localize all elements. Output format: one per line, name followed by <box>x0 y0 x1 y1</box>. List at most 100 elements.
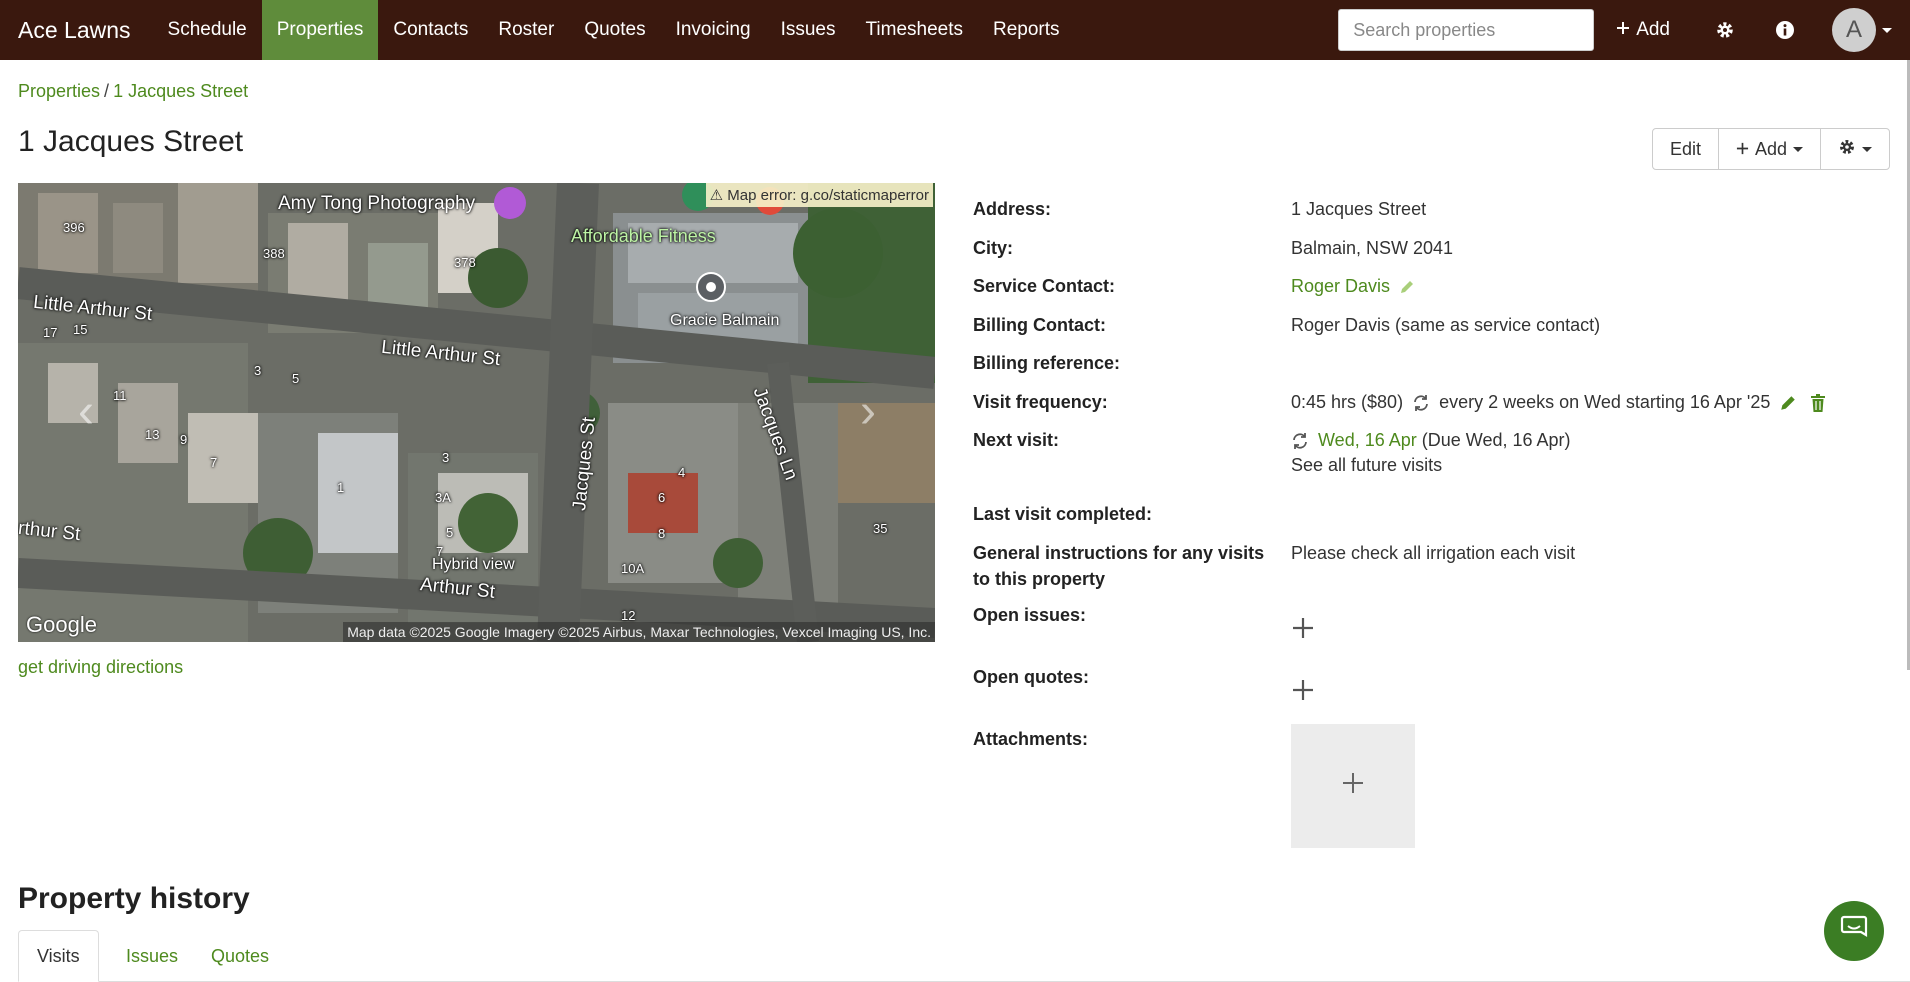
user-avatar[interactable]: A <box>1832 8 1876 52</box>
visit-frequency-label: Visit frequency: <box>973 392 1108 412</box>
service-contact-label: Service Contact: <box>973 276 1116 296</box>
instructions-label: General instructions for any visits to t… <box>973 540 1273 592</box>
nav-add-button[interactable]: Add <box>1616 19 1670 41</box>
map-house-number: 11 <box>113 388 127 403</box>
map-error-text: Map error: g.co/staticmaperror <box>727 187 929 204</box>
nav-quotes[interactable]: Quotes <box>569 0 660 60</box>
map-poi-label: Amy Tong Photography <box>278 193 476 214</box>
map-house-number: 35 <box>873 521 888 536</box>
gear-icon <box>1838 138 1856 161</box>
plus-icon <box>1616 19 1630 41</box>
map-house-number: 13 <box>145 427 160 442</box>
add-issue-plus-icon[interactable] <box>1291 612 1315 646</box>
nav-contacts[interactable]: Contacts <box>378 0 483 60</box>
map-house-number: 3A <box>435 490 451 505</box>
edit-button[interactable]: Edit <box>1651 128 1719 170</box>
last-visit-label: Last visit completed: <box>973 504 1153 524</box>
pencil-icon[interactable] <box>1399 279 1415 295</box>
add-attachment-button[interactable] <box>1291 724 1415 848</box>
brand-logo[interactable]: Ace Lawns <box>0 0 149 60</box>
visit-frequency-value: 0:45 hrs ($80) every 2 weeks on Wed star… <box>1291 389 1830 415</box>
property-actions: Edit Add <box>1651 128 1890 170</box>
see-all-future-visits-link[interactable]: See all future visits <box>1291 452 1442 478</box>
open-issues-label: Open issues: <box>973 605 1087 625</box>
hybrid-view-tooltip: Hybrid view <box>432 556 515 573</box>
next-visit-link[interactable]: Wed, 16 Apr <box>1318 430 1417 450</box>
map-house-number: 388 <box>263 246 285 261</box>
gear-icon[interactable] <box>1712 17 1738 43</box>
service-contact-value: Roger Davis <box>1291 273 1419 299</box>
address-label: Address: <box>973 199 1052 219</box>
billing-contact-label: Billing Contact: <box>973 315 1106 335</box>
city-value: Balmain, NSW 2041 <box>1291 238 1454 258</box>
property-history-heading: Property history <box>18 882 250 915</box>
service-contact-link[interactable]: Roger Davis <box>1291 276 1390 296</box>
settings-dropdown-button[interactable] <box>1820 128 1890 170</box>
map-house-number: 4 <box>678 465 686 480</box>
billing-reference-label: Billing reference: <box>973 353 1121 373</box>
nav-invoicing[interactable]: Invoicing <box>661 0 766 60</box>
pencil-icon[interactable] <box>1779 394 1797 412</box>
visit-schedule: every 2 weeks on Wed starting 16 Apr '25 <box>1439 392 1771 412</box>
trash-icon[interactable] <box>1810 394 1826 413</box>
add-quote-plus-icon[interactable] <box>1291 674 1315 708</box>
map-house-number: 15 <box>73 322 88 337</box>
map-house-number: 3 <box>442 450 450 465</box>
instructions-label-line2: to this property <box>973 569 1106 589</box>
billing-contact-value: Roger Davis (same as service contact) <box>1291 315 1601 335</box>
visit-duration: 0:45 hrs ($80) <box>1291 392 1404 412</box>
nav-schedule[interactable]: Schedule <box>153 0 262 60</box>
attachments-label: Attachments: <box>973 729 1089 749</box>
top-navbar: Ace Lawns Schedule Properties Contacts R… <box>0 0 1910 60</box>
instructions-label-line1: General instructions for any visits <box>973 543 1265 563</box>
chevron-down-icon[interactable] <box>1882 27 1892 33</box>
map-prev-arrow-icon[interactable]: ‹ <box>78 388 94 436</box>
info-icon[interactable] <box>1772 17 1798 43</box>
breadcrumb: Properties/1 Jacques Street <box>18 81 248 102</box>
breadcrumb-separator: / <box>104 81 110 101</box>
history-tabs: Visits Issues Quotes <box>18 930 1910 982</box>
nav-properties[interactable]: Properties <box>261 0 379 60</box>
breadcrumb-properties[interactable]: Properties <box>18 81 100 101</box>
map-house-number: 5 <box>446 525 454 540</box>
map-poi-label: Gracie Balmain <box>670 312 780 329</box>
breadcrumb-current[interactable]: 1 Jacques Street <box>113 81 248 101</box>
tab-issues[interactable]: Issues <box>108 930 196 982</box>
map-error-banner: ⚠ Map error: g.co/staticmaperror <box>705 183 933 207</box>
map-house-number: 378 <box>454 255 476 270</box>
navbar-right: Add A <box>1338 0 1910 60</box>
map-attribution: Map data ©2025 Google Imagery ©2025 Airb… <box>343 622 935 642</box>
map-house-number: 8 <box>658 526 666 541</box>
map-house-number: 17 <box>43 325 58 340</box>
next-visit-label: Next visit: <box>973 430 1060 450</box>
chat-icon <box>1839 913 1869 949</box>
chevron-down-icon <box>1793 146 1803 152</box>
refresh-icon <box>1291 432 1309 450</box>
property-map[interactable]: ⚠ Map error: g.co/staticmaperror Amy Ton… <box>18 183 935 642</box>
driving-directions-link[interactable]: get driving directions <box>18 657 183 678</box>
nav-add-label: Add <box>1636 19 1670 40</box>
open-quotes-label: Open quotes: <box>973 667 1089 687</box>
tab-visits[interactable]: Visits <box>18 930 99 982</box>
map-house-number: 10A <box>621 561 645 576</box>
nav-timesheets[interactable]: Timesheets <box>851 0 979 60</box>
map-house-number: 6 <box>658 490 666 505</box>
search-input[interactable] <box>1338 9 1595 51</box>
page-title: 1 Jacques Street <box>18 125 244 158</box>
chevron-down-icon <box>1862 146 1872 152</box>
nav-issues[interactable]: Issues <box>766 0 851 60</box>
chat-launcher-button[interactable] <box>1824 901 1884 961</box>
add-dropdown-button[interactable]: Add <box>1717 128 1821 170</box>
map-house-number: 7 <box>210 455 218 470</box>
refresh-icon <box>1412 394 1430 412</box>
nav-roster[interactable]: Roster <box>483 0 569 60</box>
map-house-number: 1 <box>337 480 345 495</box>
tab-quotes[interactable]: Quotes <box>193 930 287 982</box>
map-poi-label: Affordable Fitness <box>571 226 716 246</box>
address-value: 1 Jacques Street <box>1291 199 1427 219</box>
map-next-arrow-icon[interactable]: › <box>860 388 876 436</box>
nav-reports[interactable]: Reports <box>978 0 1075 60</box>
next-visit-due: (Due Wed, 16 Apr) <box>1421 430 1571 450</box>
next-visit-value: Wed, 16 Apr (Due Wed, 16 Apr) <box>1291 427 1571 453</box>
add-dropdown-label: Add <box>1754 138 1787 159</box>
